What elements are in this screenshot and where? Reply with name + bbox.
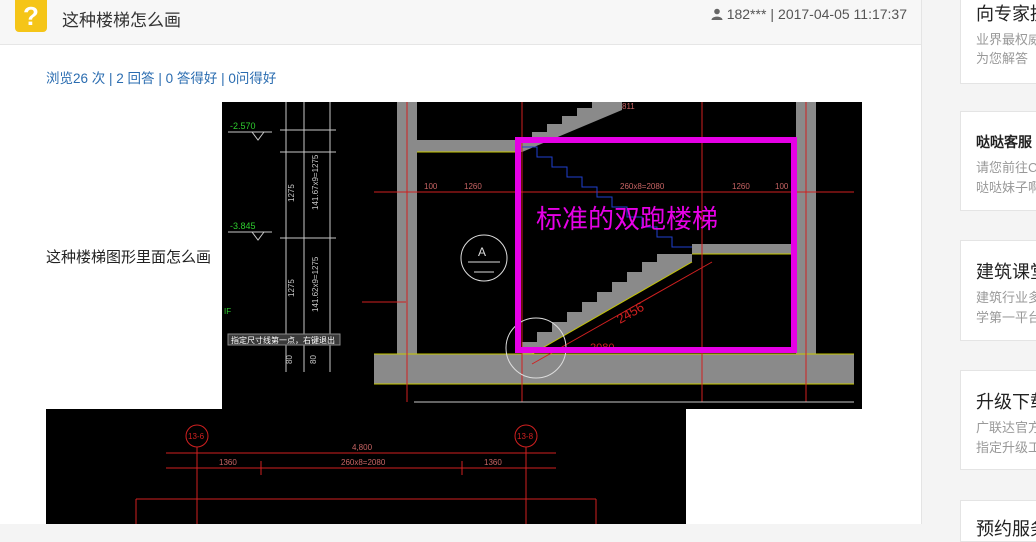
sidebar-card-desc: 为您解答 xyxy=(976,51,1029,66)
total-dim: 4,800 xyxy=(352,443,373,452)
stats-separator: | xyxy=(217,71,229,86)
plan-dim: 1360 xyxy=(219,458,237,467)
sidebar-card-desc: 建筑行业多 xyxy=(976,290,1036,305)
question-title: 这种楼梯怎么画 xyxy=(62,11,181,30)
level-label: -2.570 xyxy=(230,121,256,131)
sidebar-card-expert[interactable]: 向专家提 业界最权威 为您解答 xyxy=(960,0,1036,84)
user-icon xyxy=(711,8,723,20)
question-datetime: 2017-04-05 11:17:37 xyxy=(778,6,907,22)
sidebar-card-desc: 哒哒妹子啊 xyxy=(976,180,1036,195)
question-icon: ? xyxy=(15,0,47,32)
vertical-dim: 1275 xyxy=(287,184,296,202)
question-meta: 182*** | 2017-04-05 11:17:37 xyxy=(711,6,907,22)
cad-tooltip: 指定尺寸线第一点，右键退出 xyxy=(231,335,335,345)
sidebar-card-desc: 请您前往C xyxy=(976,160,1036,175)
cad-small-label: 811 xyxy=(622,102,635,111)
good-questions-count: 0问得好 xyxy=(228,71,277,86)
level-label: -3.845 xyxy=(230,221,256,231)
sidebar-card-desc: 学第一平台 xyxy=(976,310,1036,325)
question-stats: 浏览26 次 | 2 回答 | 0 答得好 | 0问得好 xyxy=(46,67,276,87)
sidebar-card-download[interactable]: 升级下载 广联达官方 指定升级工 xyxy=(960,370,1036,470)
vertical-dim: 80 xyxy=(285,355,294,364)
sidebar-card-desc: 指定升级工 xyxy=(976,440,1036,455)
stats-separator: | xyxy=(154,71,166,86)
question-body-text: 这种楼梯图形里面怎么画 xyxy=(46,249,212,266)
annotation-text: 标准的双跑楼梯 xyxy=(536,205,718,235)
axis-bubble-label: 13-8 xyxy=(517,432,534,441)
top-dim: 260x8=2080 xyxy=(620,182,665,191)
sidebar-card-title: 升级下载 xyxy=(976,392,1036,412)
vertical-dim: 141.62x9=1275 xyxy=(311,256,320,312)
meta-separator: | xyxy=(770,6,775,22)
plan-dim: 1360 xyxy=(484,458,502,467)
sidebar-card-title: 建筑课堂 xyxy=(976,262,1036,282)
sidebar-card-booking[interactable]: 预约服务 xyxy=(960,500,1036,542)
sidebar-card-classroom[interactable]: 建筑课堂 建筑行业多 学第一平台 xyxy=(960,240,1036,341)
good-answers-count: 0 答得好 xyxy=(165,71,218,86)
sidebar-card-service[interactable]: 哒哒客服 请您前往C 哒哒妹子啊 xyxy=(960,111,1036,211)
sidebar-card-desc: 广联达官方 xyxy=(976,420,1036,435)
sidebar-card-desc: 业界最权威 xyxy=(976,32,1036,47)
asker-name[interactable]: 182*** xyxy=(727,6,767,22)
views-count: 浏览26 次 xyxy=(46,71,106,86)
sidebar-card-title: 向专家提 xyxy=(976,4,1036,24)
axis-bubble-label: 13-6 xyxy=(188,432,205,441)
sidebar-card-title: 预约服务 xyxy=(976,519,1036,539)
cad-stair-section-image[interactable]: -2.570 -3.845 IF 1275 141.67x9=1275 1275… xyxy=(222,102,862,409)
vertical-dim: 80 xyxy=(309,355,318,364)
top-dim: 1260 xyxy=(464,182,482,191)
answers-count[interactable]: 2 回答 xyxy=(116,71,154,86)
question-panel: ? 这种楼梯怎么画 182*** | 2017-04-05 11:17:37 浏… xyxy=(0,0,922,524)
sidebar-card-title: 哒哒客服 xyxy=(976,134,1032,150)
stats-separator: | xyxy=(105,71,117,86)
vertical-dim: 141.67x9=1275 xyxy=(311,154,320,210)
top-dim: 1260 xyxy=(732,182,750,191)
cad-stair-plan-image[interactable]: 13-6 13-8 4,800 1360 260x8=2080 1360 xyxy=(46,409,686,524)
plan-dim: 260x8=2080 xyxy=(341,458,386,467)
vertical-dim: 1275 xyxy=(287,279,296,297)
top-dim: 100 xyxy=(424,182,438,191)
top-dim: 100 xyxy=(775,182,789,191)
cad-small-label: IF xyxy=(224,307,231,316)
axis-label: A xyxy=(478,245,486,259)
question-header: ? 这种楼梯怎么画 182*** | 2017-04-05 11:17:37 xyxy=(0,0,921,45)
